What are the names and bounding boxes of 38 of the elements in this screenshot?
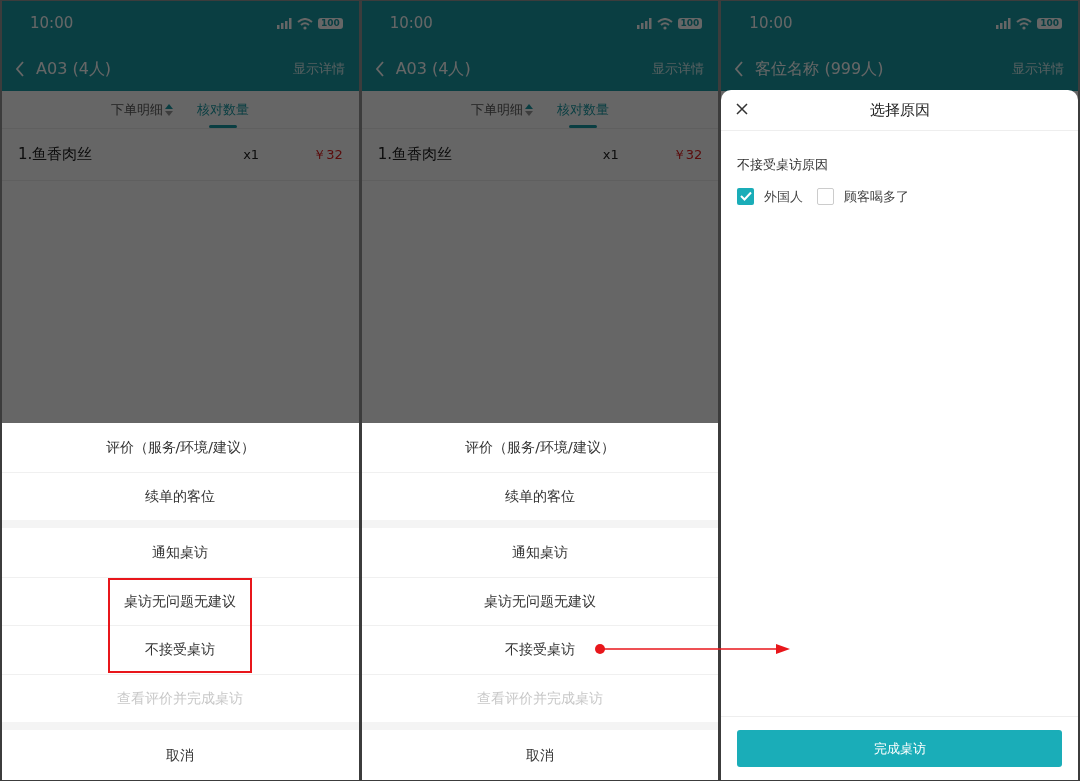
battery-indicator: 100 [1037, 18, 1062, 29]
battery-indicator: 100 [677, 18, 703, 29]
wifi-icon [1016, 17, 1033, 30]
dish-quantity: x1 [243, 145, 261, 164]
section-label: 不接受桌访原因 [737, 156, 830, 174]
reason-checkbox[interactable]: 顾客喝多了 [817, 186, 910, 206]
back-button[interactable] [16, 60, 24, 77]
wifi-icon [296, 17, 313, 30]
nav-title: A03 (4人) [36, 57, 113, 80]
cancel-button[interactable]: 取消 [361, 730, 719, 780]
status-time: 10:00 [30, 13, 74, 35]
sheet-title: 选择原因 [869, 99, 930, 121]
dish-name: 1.鱼香肉丝 [18, 144, 94, 166]
close-icon [736, 103, 749, 115]
dish-price: ￥32 [672, 145, 703, 164]
back-icon [16, 60, 24, 77]
nav-title: 客位名称 (999人) [755, 57, 885, 80]
back-button[interactable] [735, 60, 744, 77]
sort-icon [165, 103, 174, 116]
nav-title: A03 (4人) [395, 57, 472, 80]
check-icon [739, 191, 752, 202]
dish-name: 1.鱼香肉丝 [377, 144, 453, 166]
status-time: 10:00 [389, 13, 433, 35]
dish-price: ￥32 [313, 145, 343, 164]
signal-icon [996, 18, 1012, 29]
cancel-button[interactable]: 取消 [2, 730, 359, 780]
sort-icon [525, 103, 533, 116]
back-icon [375, 60, 384, 77]
battery-indicator: 100 [317, 18, 343, 29]
close-button[interactable] [736, 103, 749, 115]
back-button[interactable] [375, 60, 384, 77]
wifi-icon [656, 17, 673, 30]
signal-icon [276, 18, 292, 29]
back-icon [735, 60, 744, 77]
status-time: 10:00 [749, 13, 793, 35]
reason-checkbox[interactable]: 外国人 [737, 186, 804, 206]
signal-icon [636, 18, 652, 29]
dish-quantity: x1 [602, 145, 620, 164]
